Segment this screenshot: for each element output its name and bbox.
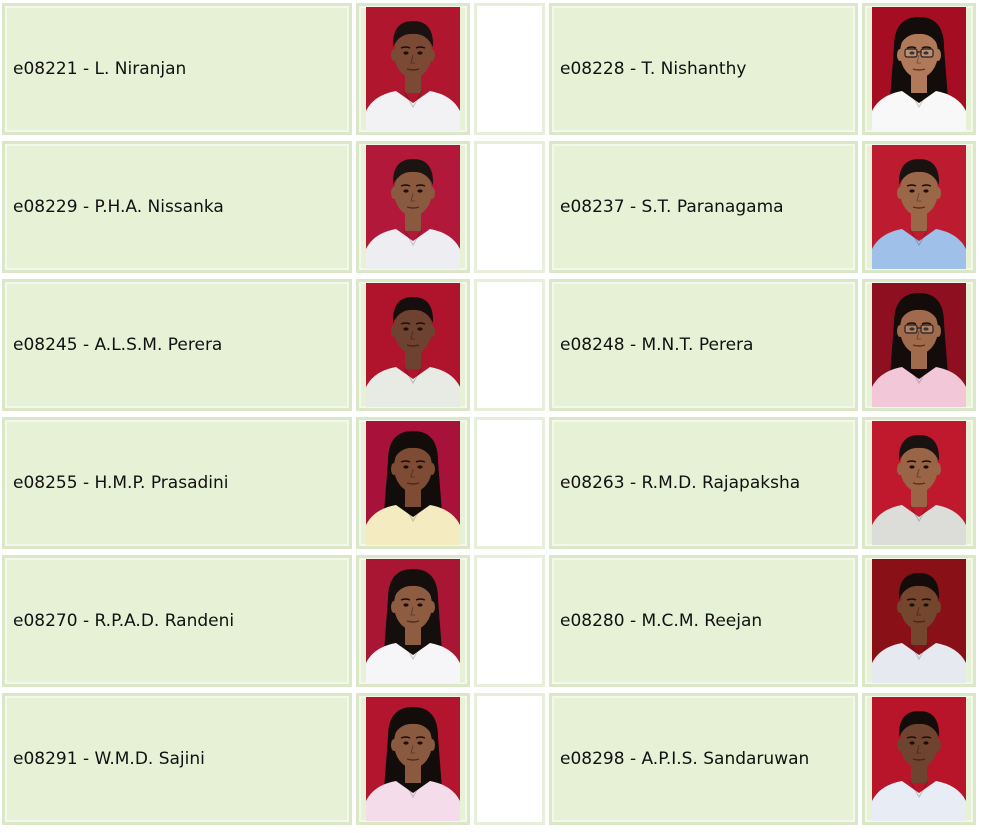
portrait-ear-left: [391, 325, 397, 337]
student-photo-left: [366, 145, 460, 269]
portrait-image: [872, 421, 966, 545]
portrait-ear-right: [935, 187, 941, 199]
student-photo-right: [872, 283, 966, 407]
portrait-image: [872, 7, 966, 131]
portrait-ear-left: [897, 49, 903, 61]
portrait-eye-right: [417, 189, 423, 193]
table-row: e08291 - W.M.D. Sajini e08298 - A.P.I.S.…: [0, 690, 978, 828]
portrait-ear-left: [391, 739, 397, 751]
portrait-eye-left: [403, 189, 409, 193]
portrait-image: [366, 145, 460, 269]
portrait-eye-left: [403, 603, 409, 607]
student-name-right: e08263 - R.M.D. Rajapaksha: [549, 417, 858, 549]
portrait-image: [872, 283, 966, 407]
portrait-ear-right: [935, 325, 941, 337]
student-photo-left: [366, 7, 460, 131]
student-photo-left: [366, 697, 460, 821]
portrait-eye-right: [923, 189, 929, 193]
portrait-ear-left: [897, 601, 903, 613]
table-row: e08221 - L. Niranjan e08228 - T. Nishant…: [0, 0, 978, 138]
student-photo-right: [872, 145, 966, 269]
portrait-ear-left: [897, 739, 903, 751]
table-row: e08255 - H.M.P. Prasadini e08263 - R.M.D…: [0, 414, 978, 552]
student-name-right: e08280 - M.C.M. Reejan: [549, 555, 858, 687]
portrait-ear-right: [429, 463, 435, 475]
portrait-eye-right: [417, 327, 423, 331]
portrait-ear-left: [897, 187, 903, 199]
portrait-glasses-right: [920, 48, 934, 58]
student-name-left: e08229 - P.H.A. Nissanka: [2, 141, 352, 273]
portrait-image: [872, 697, 966, 821]
column-spacer: [474, 555, 545, 687]
portrait-ear-right: [429, 187, 435, 199]
student-photo-right: [872, 697, 966, 821]
table-row: e08245 - A.L.S.M. Perera e08248 - M.N.T.…: [0, 276, 978, 414]
student-name-right: e08298 - A.P.I.S. Sandaruwan: [549, 693, 858, 825]
portrait-glasses-right: [920, 324, 934, 334]
portrait-eye-left: [403, 741, 409, 745]
portrait-ear-right: [429, 49, 435, 61]
student-roster-table: e08221 - L. Niranjan e08228 - T. Nishant…: [0, 0, 978, 828]
student-name-left: e08245 - A.L.S.M. Perera: [2, 279, 352, 411]
portrait-ear-right: [429, 325, 435, 337]
portrait-ear-left: [897, 463, 903, 475]
portrait-image: [366, 697, 460, 821]
student-name-right: e08228 - T. Nishanthy: [549, 3, 858, 135]
portrait-ear-left: [391, 49, 397, 61]
portrait-ear-left: [391, 463, 397, 475]
portrait-eye-right: [923, 603, 929, 607]
portrait-image: [366, 421, 460, 545]
student-name-right: e08237 - S.T. Paranagama: [549, 141, 858, 273]
student-name-left: e08291 - W.M.D. Sajini: [2, 693, 352, 825]
portrait-eye-left: [909, 465, 915, 469]
portrait-ear-left: [391, 187, 397, 199]
portrait-ear-left: [897, 325, 903, 337]
portrait-eye-left: [403, 465, 409, 469]
column-spacer: [474, 141, 545, 273]
column-spacer: [474, 3, 545, 135]
student-name-left: e08270 - R.P.A.D. Randeni: [2, 555, 352, 687]
portrait-image: [366, 7, 460, 131]
portrait-eye-right: [417, 51, 423, 55]
portrait-eye-right: [417, 741, 423, 745]
portrait-image: [872, 559, 966, 683]
student-photo-left: [366, 559, 460, 683]
student-photo-right: [872, 7, 966, 131]
portrait-eye-right: [417, 603, 423, 607]
column-spacer: [474, 279, 545, 411]
portrait-ear-right: [429, 739, 435, 751]
student-name-left: e08221 - L. Niranjan: [2, 3, 352, 135]
student-photo-left: [366, 283, 460, 407]
table-row: e08270 - R.P.A.D. Randeni e08280 - M.C.M…: [0, 552, 978, 690]
roster-body: e08221 - L. Niranjan e08228 - T. Nishant…: [0, 0, 978, 828]
portrait-ear-right: [935, 49, 941, 61]
student-photo-left: [366, 421, 460, 545]
table-row: e08229 - P.H.A. Nissanka e08237 - S.T. P…: [0, 138, 978, 276]
portrait-eye-right: [923, 465, 929, 469]
portrait-eye-left: [403, 327, 409, 331]
column-spacer: [474, 693, 545, 825]
portrait-image: [872, 145, 966, 269]
portrait-image: [366, 283, 460, 407]
portrait-ear-right: [429, 601, 435, 613]
portrait-eye-left: [909, 741, 915, 745]
portrait-ear-right: [935, 739, 941, 751]
student-photo-right: [872, 559, 966, 683]
portrait-eye-right: [417, 465, 423, 469]
student-photo-right: [872, 421, 966, 545]
portrait-eye-right: [923, 741, 929, 745]
portrait-eye-left: [909, 603, 915, 607]
portrait-ear-left: [391, 601, 397, 613]
portrait-glasses-left: [904, 48, 918, 58]
student-name-right: e08248 - M.N.T. Perera: [549, 279, 858, 411]
portrait-eye-left: [403, 51, 409, 55]
portrait-ear-right: [935, 601, 941, 613]
portrait-image: [366, 559, 460, 683]
column-spacer: [474, 417, 545, 549]
portrait-eye-left: [909, 189, 915, 193]
portrait-ear-right: [935, 463, 941, 475]
portrait-glasses-left: [904, 324, 918, 334]
student-name-left: e08255 - H.M.P. Prasadini: [2, 417, 352, 549]
